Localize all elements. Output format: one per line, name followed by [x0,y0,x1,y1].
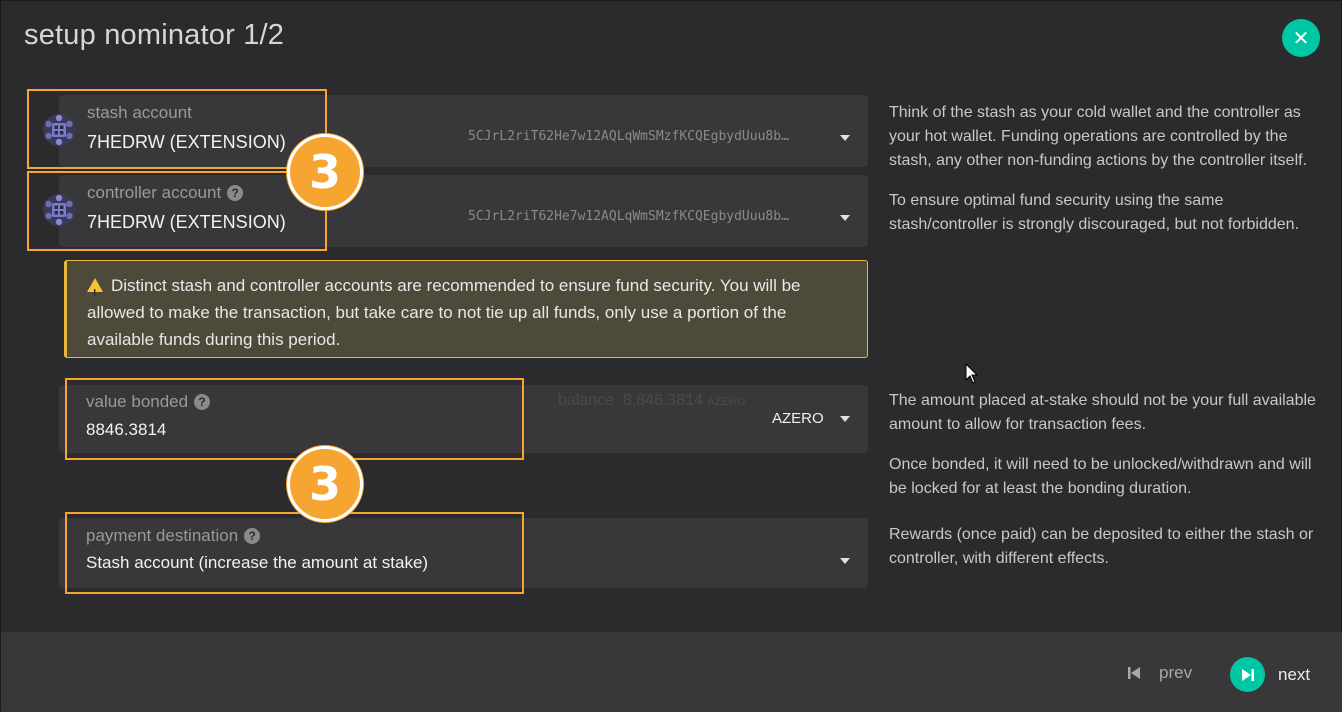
modal-title: setup nominator 1/2 [24,19,285,51]
balance-decimals: 3814 [667,392,704,409]
destination-help-text: Rewards (once paid) can be deposited to … [889,523,1329,587]
next-button[interactable]: next [1230,657,1310,692]
balance-label: balance [558,392,615,409]
controller-chevron-down-icon [840,215,850,221]
controller-identicon-icon [43,194,75,226]
warning-icon [87,278,103,307]
payment-destination-label: payment destination [86,526,239,545]
close-icon: ✕ [1292,27,1310,50]
close-button[interactable]: ✕ [1282,19,1320,57]
controller-account-name: 7HEDRW (EXTENSION) [87,212,286,232]
security-warning: Distinct stash and controller accounts a… [64,260,868,358]
controller-help-icon[interactable]: ? [227,185,244,201]
value-bonded-label: value bonded [86,392,189,411]
value-bonded-input[interactable]: 8846.3814 [86,420,166,440]
mouse-cursor-icon [965,363,979,384]
prev-button[interactable]: prev [1127,663,1192,683]
skip-forward-icon [1230,657,1265,692]
stash-account-name: 7HEDRW (EXTENSION) [87,132,286,152]
value-bonded-label-row: value bonded ? [86,392,211,412]
warning-text: Distinct stash and controller accounts a… [87,276,801,349]
bonded-help-paragraph-2: Once bonded, it will need to be unlocked… [889,456,1312,497]
controller-account-label: controller account [87,183,222,202]
balance-unit: AZERO [707,396,746,408]
payment-destination-chevron-down-icon [840,558,850,564]
prev-label: prev [1159,663,1193,682]
setup-nominator-modal: setup nominator 1/2 ✕ stash account 7HED… [0,0,1342,712]
balance-display: balance 8,846.3814 AZERO [558,392,745,410]
unit-selector[interactable]: AZERO [772,410,824,427]
step-badge-accounts: 3 [287,134,363,210]
stash-account-label: stash account [87,103,192,122]
controller-account-label-row: controller account ? [87,183,244,203]
bonded-help-text: The amount placed at-stake should not be… [889,389,1329,517]
bonded-help-paragraph-1: The amount placed at-stake should not be… [889,392,1316,433]
stash-identicon-icon [43,114,75,146]
unit-chevron-down-icon[interactable] [840,416,850,422]
accounts-help-paragraph-1: Think of the stash as your cold wallet a… [889,104,1308,169]
next-label: next [1278,664,1311,684]
payment-destination-label-row: payment destination ? [86,526,261,546]
accounts-help-text: Think of the stash as your cold wallet a… [889,101,1329,253]
stash-account-address: 5CJrL2riT62He7w12AQLqWmSMzfKCQEgbydUuu8b… [468,129,789,144]
controller-account-address: 5CJrL2riT62He7w12AQLqWmSMzfKCQEgbydUuu8b… [468,209,789,224]
payment-destination-help-icon[interactable]: ? [244,528,261,544]
step-badge-bonding: 3 [287,446,363,522]
value-bonded-help-icon[interactable]: ? [194,394,211,410]
destination-help-paragraph-1: Rewards (once paid) can be deposited to … [889,526,1314,567]
stash-chevron-down-icon [840,135,850,141]
balance-value: 8,846. [622,392,668,409]
payment-destination-value: Stash account (increase the amount at st… [86,553,429,572]
accounts-help-paragraph-2: To ensure optimal fund security using th… [889,192,1300,233]
skip-back-icon [1128,667,1140,679]
